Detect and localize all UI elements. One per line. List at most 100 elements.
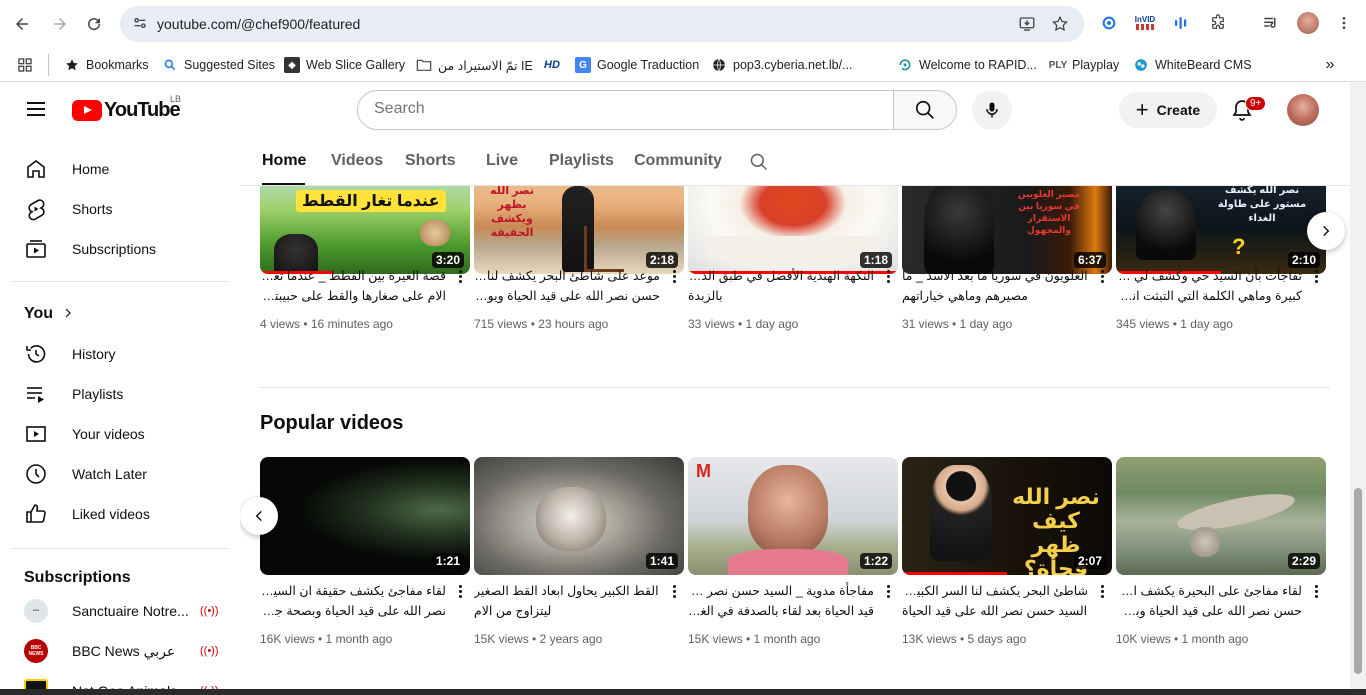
video-card[interactable]: M 1:22 مفاجأة مدوية _ السيد حسن نصر الله… [688,457,898,657]
video-thumbnail[interactable]: نصر الله يكشف مستور على طاولة الغداء ? 2… [1116,186,1326,274]
apps-grid-button[interactable] [17,54,33,76]
video-title[interactable]: موعد على شاطئ البحر يكشف لنا ان السيدحسن… [474,266,660,306]
video-title[interactable]: القط الكبير يحاول ابعاد القط الصغير ليتزا… [474,581,660,621]
back-button[interactable] [10,12,34,36]
more-actions-icon[interactable] [882,266,894,286]
voice-search-button[interactable] [972,90,1012,130]
audio-extension-icon[interactable] [1170,12,1192,34]
reload-button[interactable] [82,12,106,36]
rapid-icon [897,57,913,73]
video-title[interactable]: لقاء مفاجئ على البحيرة يكشف ان السيدحسن … [1116,581,1302,621]
more-actions-icon[interactable] [668,581,680,601]
browser-menu-icon[interactable] [1333,12,1355,34]
tab-live[interactable]: Live [486,152,518,170]
sidebar-item-shorts[interactable]: Shorts [12,189,228,229]
sidebar-item-history[interactable]: History [12,334,228,374]
account-avatar[interactable] [1287,94,1319,126]
video-card[interactable]: 2:29 لقاء مفاجئ على البحيرة يكشف ان السي… [1116,457,1326,657]
more-actions-icon[interactable] [668,266,680,286]
video-card[interactable]: 1:18 النكهة الهندية الأفضل في طبق الدجاج… [688,186,898,366]
video-thumbnail[interactable]: مصير العلويين في سوريا بين الاستقرار وال… [902,186,1112,274]
sidebar-item-liked-videos[interactable]: Liked videos [12,494,228,534]
sidebar-item-playlists[interactable]: Playlists [12,374,228,414]
more-actions-icon[interactable] [1310,266,1322,286]
chevron-left-icon [255,510,262,522]
video-card[interactable]: نصر الله يكشف مستور على طاولة الغداء ? 2… [1116,186,1326,366]
tab-playlists[interactable]: Playlists [549,152,614,170]
subscription-item[interactable]: BBC NEWS BBC News عربي ((•)) [12,631,228,671]
shelf-next-button[interactable] [1307,212,1345,250]
video-card[interactable]: مصير العلويين في سوريا بين الاستقرار وال… [902,186,1112,366]
sidebar-you-header[interactable]: You [12,294,228,334]
video-card[interactable]: عندما تغار القطط 3:20 قصة الغيرة بين الق… [260,186,470,366]
video-title[interactable]: شاطئ البحر يكشف لنا السر الكبير بأن السيد… [902,581,1088,621]
bookmark-item-whitebeard[interactable]: WhiteBeard CMS [1133,54,1252,76]
video-card[interactable]: نصر الله كيف ظهر فجأة؟ 2:07 شاطئ البحر ي… [902,457,1112,657]
tab-videos[interactable]: Videos [331,152,383,170]
video-thumbnail[interactable]: عندما تغار القطط 3:20 [260,186,470,274]
video-thumbnail[interactable]: 1:21 [260,457,470,575]
bookmark-item-playplay[interactable]: PLY Playplay [1049,54,1120,76]
guide-menu-button[interactable] [24,98,48,122]
duration-badge: 1:22 [859,553,892,569]
more-actions-icon[interactable] [454,266,466,286]
channel-search-button[interactable] [749,152,769,177]
media-controls-icon[interactable] [1260,12,1282,34]
bookmark-item-ie-import[interactable]: تمّ الاستيراد من IE [416,54,533,76]
more-actions-icon[interactable] [882,581,894,601]
bookmark-star-icon[interactable] [1051,15,1069,33]
video-title[interactable]: لقاء مفاجئ يكشف حقيقة ان السيد حسننصر ال… [260,581,446,621]
video-title[interactable]: تفاجأت بأن السيد حي وكشف لي أسرار كبيرة و… [1116,266,1302,306]
video-title[interactable]: قصة الغيرة بين القطط _ عندما تغار القططا… [260,266,446,306]
bookmarks-overflow-button[interactable]: » [1322,54,1338,76]
sidebar-item-your-videos[interactable]: Your videos [12,414,228,454]
sidebar-item-subscriptions[interactable]: Subscriptions [12,229,228,269]
bookmark-item-bookmarks[interactable]: Bookmarks [64,54,149,76]
youtube-logo[interactable]: YouTube LB [72,94,181,121]
install-app-icon[interactable] [1018,15,1036,33]
more-actions-icon[interactable] [454,581,466,601]
video-thumbnail[interactable]: 1:41 [474,457,684,575]
create-button[interactable]: + Create [1119,92,1217,128]
video-thumbnail[interactable]: M 1:22 [688,457,898,575]
search-input[interactable] [374,100,874,118]
search-button[interactable] [893,90,957,130]
video-title[interactable]: مفاجأة مدوية _ السيد حسن نصر الله علىقيد… [688,581,874,621]
video-title[interactable]: النكهة الهندية الأفضل في طبق الدجاج بالزب… [688,266,874,306]
more-actions-icon[interactable] [1096,581,1108,601]
video-title[interactable]: العلويون في سوريا ما بعد الأسد _ ما مصيره… [902,266,1088,306]
video-thumbnail[interactable]: 1:18 [688,186,898,274]
more-actions-icon[interactable] [1096,266,1108,286]
subscription-item[interactable]: ▪▪▪ Sanctuaire Notre... ((•)) [12,591,228,631]
shelf-previous-button[interactable] [240,497,278,535]
bookmark-item-hd[interactable]: HD [542,54,562,76]
video-thumbnail[interactable]: 2:29 [1116,457,1326,575]
video-card[interactable]: 1:41 القط الكبير يحاول ابعاد القط الصغير… [474,457,684,657]
sidebar-item-watch-later[interactable]: Watch Later [12,454,228,494]
extensions-puzzle-icon[interactable] [1207,12,1229,34]
bookmark-item-suggested-sites[interactable]: Suggested Sites [162,54,275,76]
tab-home[interactable]: Home [262,152,306,170]
bookmark-item-pop3[interactable]: pop3.cyberia.net.lb/... [711,54,853,76]
video-thumbnail[interactable]: نصر الله بظهر ويكشف الحقيقة 2:18 [474,186,684,274]
tab-community[interactable]: Community [634,152,722,170]
tab-shorts[interactable]: Shorts [405,152,456,170]
video-card[interactable]: نصر الله بظهر ويكشف الحقيقة 2:18 موعد عل… [474,186,684,366]
page-scrollbar[interactable] [1350,82,1366,695]
extension-circle-icon[interactable] [1098,12,1120,34]
bookmark-item-web-slice[interactable]: ◆ Web Slice Gallery [284,54,405,76]
bookmark-item-rapid[interactable]: Welcome to RAPID... [897,54,1037,76]
bookmark-item-google-traduction[interactable]: G Google Traduction [575,54,699,76]
profile-avatar-icon[interactable] [1297,12,1319,34]
site-info-icon[interactable] [132,15,150,33]
more-actions-icon[interactable] [1310,581,1322,601]
popular-videos-heading: Popular videos [260,412,404,434]
video-card[interactable]: 1:21 لقاء مفاجئ يكشف حقيقة ان السيد حسنن… [260,457,470,657]
invid-extension-icon[interactable]: InVID [1134,12,1156,34]
scrollbar-thumb[interactable] [1354,488,1362,674]
address-bar[interactable]: youtube.com/@chef900/featured [120,6,1084,42]
history-icon [24,342,48,366]
forward-button[interactable] [48,12,72,36]
video-thumbnail[interactable]: نصر الله كيف ظهر فجأة؟ 2:07 [902,457,1112,575]
sidebar-item-home[interactable]: Home [12,149,228,189]
